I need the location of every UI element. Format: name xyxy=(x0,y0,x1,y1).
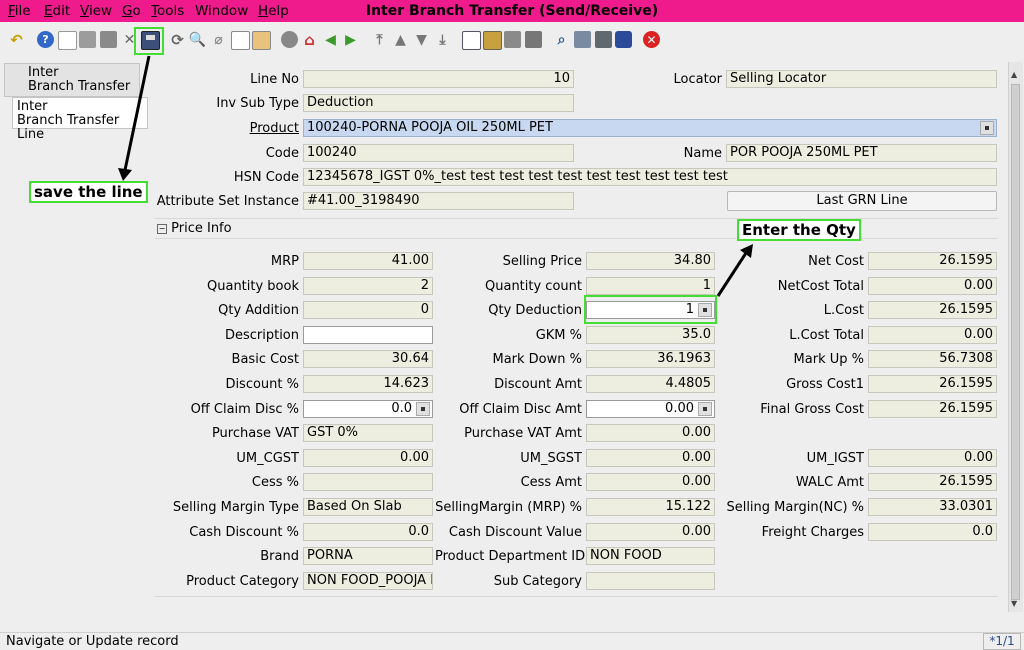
qty-highlight xyxy=(584,295,717,324)
qty-arrow-head xyxy=(740,244,753,258)
save-arrow-head xyxy=(118,168,132,181)
annotation-arrows xyxy=(118,55,753,297)
save-arrow xyxy=(123,55,151,171)
qty-annotation: Enter the Qty xyxy=(737,219,861,241)
save-annotation: save the line xyxy=(29,181,148,203)
qty-arrow xyxy=(716,252,748,297)
